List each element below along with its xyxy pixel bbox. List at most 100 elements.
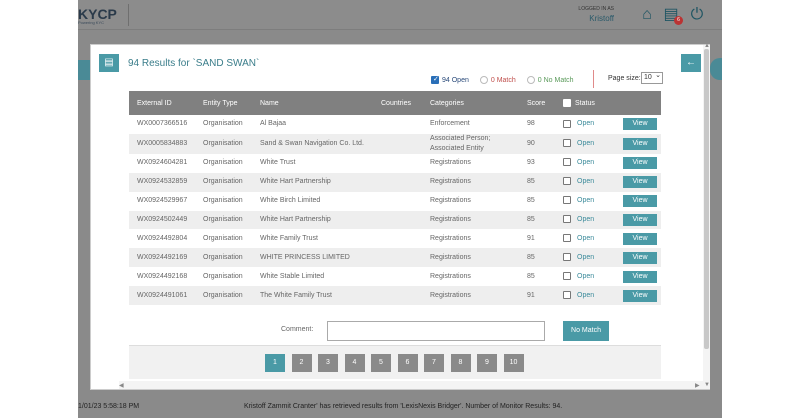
cell-countries bbox=[373, 192, 422, 211]
cell-countries bbox=[373, 267, 422, 286]
status-link[interactable]: Open bbox=[577, 159, 594, 166]
no-match-button[interactable]: No Match bbox=[563, 321, 609, 341]
filter-open-checkbox[interactable] bbox=[431, 75, 439, 84]
status-link[interactable]: Open bbox=[577, 254, 594, 261]
row-select-checkbox[interactable] bbox=[563, 215, 571, 224]
cell-entity-type: Organisation bbox=[203, 272, 243, 280]
view-button[interactable]: View bbox=[623, 270, 657, 283]
page-size-select[interactable]: 10 bbox=[641, 71, 663, 84]
status-link[interactable]: Open bbox=[577, 292, 594, 299]
cell-categories: Registrations bbox=[430, 197, 471, 205]
status-link[interactable]: Open bbox=[577, 235, 594, 242]
page-button-5[interactable]: 5 bbox=[371, 354, 391, 372]
status-link[interactable]: Open bbox=[577, 140, 594, 147]
cell-action: View bbox=[615, 248, 661, 267]
cell-status: Open bbox=[555, 115, 615, 134]
page-button-8[interactable]: 8 bbox=[450, 354, 471, 372]
status-link[interactable]: Open bbox=[577, 178, 594, 185]
page-button-1[interactable]: 1 bbox=[265, 354, 285, 372]
left-margin bbox=[0, 0, 78, 418]
view-button[interactable]: View bbox=[623, 195, 657, 208]
home-icon[interactable]: ⌂ bbox=[638, 6, 656, 24]
back-button[interactable]: ← bbox=[681, 54, 701, 72]
cell-categories: Registrations bbox=[430, 272, 471, 280]
table-row: WX0005834883 Organisation Sand & Swan Navi… bbox=[129, 133, 661, 154]
select-all-checkbox[interactable] bbox=[563, 99, 571, 107]
row-select-checkbox[interactable] bbox=[563, 177, 571, 186]
row-select-checkbox[interactable] bbox=[563, 271, 571, 280]
horizontal-scrollbar[interactable]: ◀ ▶ bbox=[119, 381, 703, 389]
table-row: WX0924492168 Organisation White Stable Lim… bbox=[129, 267, 661, 286]
table-row: WX0924532859 Organisation White Hart Partn… bbox=[129, 172, 661, 192]
page-button-9[interactable]: 9 bbox=[477, 354, 497, 372]
view-button[interactable]: View bbox=[623, 232, 657, 245]
row-select-checkbox[interactable] bbox=[563, 139, 571, 148]
power-icon[interactable]: ⏻ bbox=[688, 6, 706, 24]
view-button[interactable]: View bbox=[623, 251, 657, 264]
row-select-checkbox[interactable] bbox=[563, 252, 571, 261]
status-link[interactable]: Open bbox=[577, 197, 594, 204]
cell-external-id: WX0924529967 bbox=[137, 197, 188, 205]
notification-badge: 6 bbox=[674, 16, 683, 25]
cell-status: Open bbox=[555, 134, 615, 154]
filter-open-label: 94 Open bbox=[442, 76, 469, 84]
scroll-left-icon[interactable]: ◀ bbox=[119, 382, 124, 389]
page-button-6[interactable]: 6 bbox=[397, 354, 418, 372]
vertical-scrollbar-thumb[interactable] bbox=[704, 49, 709, 349]
pagination: 1 2 3 4 5 6 7 8 9 10 bbox=[265, 354, 530, 372]
filter-no-match-toggle[interactable] bbox=[526, 76, 535, 84]
scroll-down-icon[interactable]: ▼ bbox=[704, 382, 710, 388]
cell-external-id: WX0005834883 bbox=[137, 139, 188, 147]
page-button-4[interactable]: 4 bbox=[344, 354, 365, 372]
filter-open[interactable]: 94 Open bbox=[431, 75, 469, 84]
vertical-scrollbar[interactable]: ▲ ▼ bbox=[703, 43, 710, 389]
logged-in-user[interactable]: Kristoff bbox=[568, 14, 614, 23]
cell-external-id: WX0924492804 bbox=[137, 234, 188, 242]
page-button-3[interactable]: 3 bbox=[318, 354, 338, 372]
cell-external-id: WX0924492169 bbox=[137, 253, 188, 261]
filter-no-match[interactable]: 0 No Match bbox=[526, 76, 574, 84]
cell-status: Open bbox=[555, 248, 615, 267]
cell-score: 85 bbox=[527, 197, 535, 205]
cell-countries bbox=[373, 173, 422, 192]
cell-categories: Registrations bbox=[430, 178, 471, 186]
cell-action: View bbox=[615, 211, 661, 230]
cell-name: Sand & Swan Navigation Co. Ltd. bbox=[260, 139, 364, 147]
page-button-7[interactable]: 7 bbox=[424, 354, 444, 372]
page-button-2[interactable]: 2 bbox=[291, 354, 312, 372]
comment-input[interactable] bbox=[327, 321, 545, 341]
app-logo-subtitle: Powering KYC bbox=[78, 20, 105, 25]
cell-countries bbox=[373, 134, 422, 154]
status-link[interactable]: Open bbox=[577, 273, 594, 280]
filter-match[interactable]: 0 Match bbox=[479, 76, 516, 84]
filter-match-toggle[interactable] bbox=[479, 76, 488, 84]
scroll-right-icon[interactable]: ▶ bbox=[695, 382, 700, 389]
row-select-checkbox[interactable] bbox=[563, 290, 571, 299]
page-button-10[interactable]: 10 bbox=[503, 354, 524, 372]
column-header-action bbox=[615, 91, 661, 115]
comment-label: Comment: bbox=[281, 326, 314, 333]
row-select-checkbox[interactable] bbox=[563, 234, 571, 243]
cell-entity-type: Organisation bbox=[203, 216, 243, 223]
table-row: WX0924529967 Organisation White Birch Limi… bbox=[129, 192, 661, 211]
view-button[interactable]: View bbox=[623, 137, 657, 150]
status-link[interactable]: Open bbox=[577, 216, 594, 223]
row-select-checkbox[interactable] bbox=[563, 158, 571, 167]
view-button[interactable]: View bbox=[623, 214, 657, 226]
column-header-status-label: Status bbox=[575, 99, 595, 107]
row-select-checkbox[interactable] bbox=[563, 196, 571, 205]
view-button[interactable]: View bbox=[623, 157, 657, 170]
cell-action: View bbox=[615, 173, 661, 192]
status-link[interactable]: Open bbox=[577, 120, 594, 127]
status-message: Kristoff Zammit Cranter' has retrieved r… bbox=[244, 403, 563, 410]
cell-name: WHITE PRINCESS LIMITED bbox=[260, 253, 350, 261]
view-button[interactable]: View bbox=[623, 289, 657, 302]
document-icon[interactable]: ▤ bbox=[99, 54, 119, 72]
view-button[interactable]: View bbox=[623, 176, 657, 189]
cell-countries bbox=[373, 115, 422, 134]
filter-match-label: 0 Match bbox=[490, 76, 516, 84]
cell-score: 91 bbox=[527, 291, 535, 299]
view-button[interactable]: View bbox=[623, 118, 657, 131]
row-select-checkbox[interactable] bbox=[563, 119, 571, 128]
cell-countries bbox=[373, 154, 422, 173]
